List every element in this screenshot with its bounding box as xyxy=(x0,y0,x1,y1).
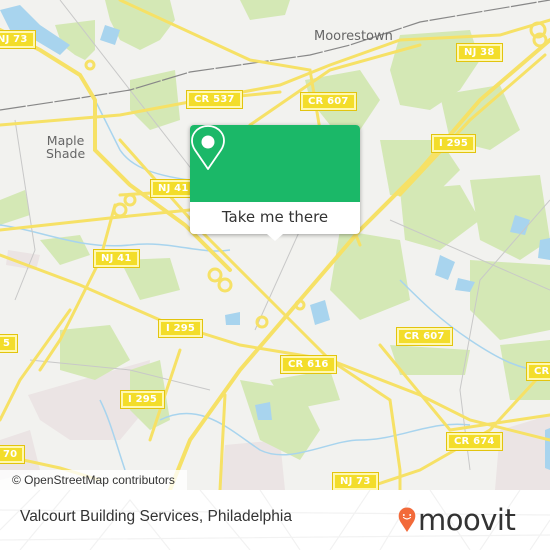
road-shield: CR 607 xyxy=(396,327,453,346)
map-view[interactable]: Moorestown Maple Shade NJ 73 NJ 38 CR 53… xyxy=(0,0,550,490)
minor-road xyxy=(254,229,301,331)
lake xyxy=(255,402,272,420)
interchange xyxy=(123,193,137,207)
park xyxy=(0,190,30,225)
popup-header xyxy=(190,125,360,202)
lake xyxy=(310,300,330,325)
interchange xyxy=(112,202,128,218)
road-shield: NJ 41 xyxy=(150,179,197,198)
interchange xyxy=(84,59,96,71)
take-me-there-button[interactable]: Take me there xyxy=(190,202,360,234)
park xyxy=(330,230,410,320)
footer-bar: Valcourt Building Services, Philadelphia… xyxy=(0,490,550,550)
park xyxy=(240,0,290,20)
map-canvas xyxy=(0,0,550,490)
place-label-maple-shade: Maple Shade xyxy=(46,134,85,160)
road-shield: CR 616 xyxy=(280,355,337,374)
residential-area xyxy=(495,415,550,490)
road-shield: CR xyxy=(525,362,550,381)
interchange xyxy=(255,315,269,329)
road-shield: CR 607 xyxy=(300,92,357,111)
interchange xyxy=(207,267,223,283)
road-shield: I 295 xyxy=(157,319,204,338)
road-shield: NJ 38 xyxy=(456,43,503,62)
place-label-moorestown: Moorestown xyxy=(314,29,393,44)
lake xyxy=(545,428,550,470)
road-shield: I 295 xyxy=(430,134,477,153)
interchange xyxy=(217,277,233,293)
road-shield: NJ 41 xyxy=(93,249,140,268)
road-shield: I 295 xyxy=(119,390,166,409)
road-shield: 70 xyxy=(0,445,26,464)
park xyxy=(400,185,480,250)
lake xyxy=(225,312,240,325)
location-popup: Take me there xyxy=(190,125,360,241)
road-shield: CR 537 xyxy=(186,90,243,109)
map-pin-icon xyxy=(191,125,225,170)
road-shield: 5 xyxy=(0,334,19,353)
interchange xyxy=(294,299,306,311)
road-shield: NJ 73 xyxy=(0,30,36,49)
map-attribution[interactable]: © OpenStreetMap contributors xyxy=(0,470,187,490)
moovit-wordmark: moovit xyxy=(418,503,516,537)
place-label-maple-shade-line2: Shade xyxy=(46,146,86,161)
road-shield: CR 674 xyxy=(446,432,503,451)
place-title: Valcourt Building Services, Philadelphia xyxy=(20,508,292,525)
popup-pointer xyxy=(267,234,283,241)
park xyxy=(470,175,550,260)
lake xyxy=(435,255,455,280)
road-shield: NJ 73 xyxy=(332,472,379,490)
moovit-pin-smile-icon xyxy=(398,507,416,532)
